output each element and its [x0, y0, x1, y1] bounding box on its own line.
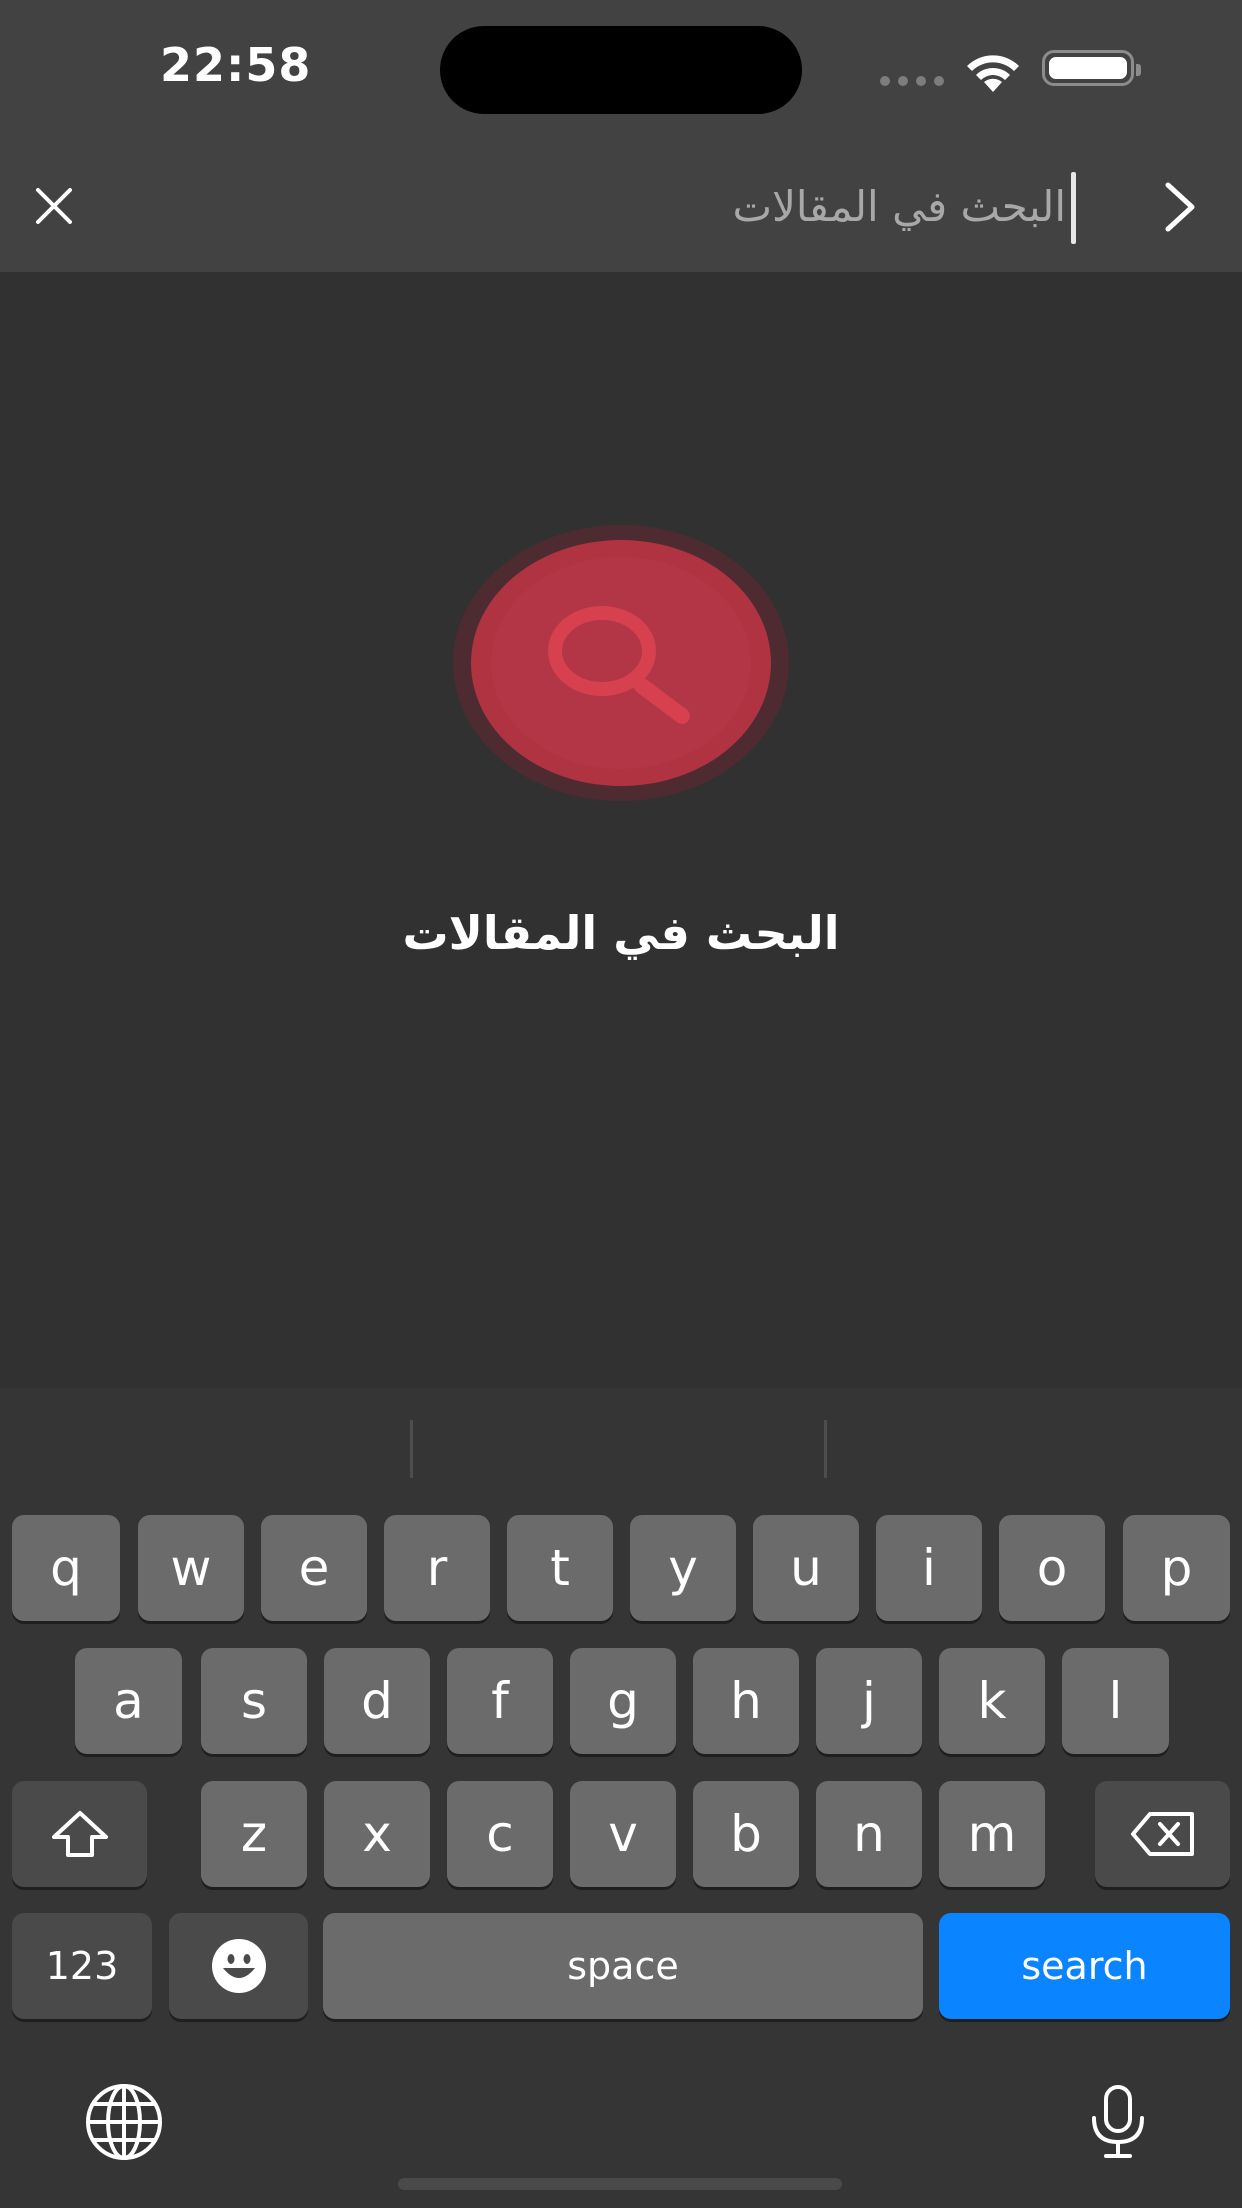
- chevron-right-icon: [1165, 182, 1195, 232]
- empty-state-search-icon: [452, 524, 790, 802]
- key-v[interactable]: v: [570, 1781, 676, 1887]
- dictation-button[interactable]: [1080, 2074, 1156, 2170]
- key-p[interactable]: p: [1123, 1515, 1230, 1621]
- keyboard: q w e r t y u i o p a s d f g h j k l z …: [0, 1388, 1242, 2208]
- text-caret: [1071, 172, 1076, 244]
- top-bar: 22:58: [0, 0, 1242, 272]
- search-input[interactable]: [120, 168, 1080, 244]
- key-z[interactable]: z: [201, 1781, 307, 1887]
- key-g[interactable]: g: [570, 1648, 676, 1754]
- key-w[interactable]: w: [138, 1515, 244, 1621]
- back-button[interactable]: [1150, 172, 1210, 242]
- key-n[interactable]: n: [816, 1781, 922, 1887]
- key-b[interactable]: b: [693, 1781, 799, 1887]
- delete-backspace-icon: [1130, 1812, 1194, 1856]
- home-indicator[interactable]: [398, 2178, 842, 2190]
- shift-icon: [51, 1811, 108, 1857]
- wifi-icon: [962, 48, 1024, 92]
- key-u[interactable]: u: [753, 1515, 859, 1621]
- key-j[interactable]: j: [816, 1648, 922, 1754]
- key-l[interactable]: l: [1062, 1648, 1169, 1754]
- close-icon: [36, 188, 72, 224]
- key-t[interactable]: t: [507, 1515, 613, 1621]
- key-h[interactable]: h: [693, 1648, 799, 1754]
- space-key[interactable]: space: [323, 1913, 923, 2019]
- key-m[interactable]: m: [939, 1781, 1045, 1887]
- delete-key[interactable]: [1095, 1781, 1230, 1887]
- predictive-bar: [0, 1388, 1242, 1480]
- key-q[interactable]: q: [12, 1515, 120, 1621]
- microphone-icon: [1092, 2085, 1144, 2158]
- key-i[interactable]: i: [876, 1515, 982, 1621]
- cellular-signal-icon: [880, 62, 946, 86]
- key-s[interactable]: s: [201, 1648, 307, 1754]
- search-field[interactable]: [120, 168, 1080, 244]
- numbers-key[interactable]: 123: [12, 1913, 152, 2019]
- key-r[interactable]: r: [384, 1515, 490, 1621]
- emoji-key[interactable]: [169, 1913, 308, 2019]
- shift-key[interactable]: [12, 1781, 147, 1887]
- key-k[interactable]: k: [939, 1648, 1045, 1754]
- search-key[interactable]: search: [939, 1913, 1230, 2019]
- key-x[interactable]: x: [324, 1781, 430, 1887]
- key-o[interactable]: o: [999, 1515, 1105, 1621]
- key-f[interactable]: f: [447, 1648, 553, 1754]
- key-e[interactable]: e: [261, 1515, 367, 1621]
- key-c[interactable]: c: [447, 1781, 553, 1887]
- emoji-icon: [211, 1939, 266, 1993]
- battery-icon: [1042, 50, 1141, 86]
- status-time: 22:58: [160, 38, 312, 92]
- key-y[interactable]: y: [630, 1515, 736, 1621]
- dynamic-island: [440, 26, 802, 114]
- key-a[interactable]: a: [75, 1648, 182, 1754]
- key-d[interactable]: d: [324, 1648, 430, 1754]
- empty-state-title: البحث في المقالات: [402, 906, 840, 960]
- globe-icon: [86, 2084, 162, 2160]
- globe-button[interactable]: [80, 2078, 168, 2166]
- close-button[interactable]: [24, 176, 84, 236]
- search-results-area: البحث في المقالات: [0, 272, 1242, 1388]
